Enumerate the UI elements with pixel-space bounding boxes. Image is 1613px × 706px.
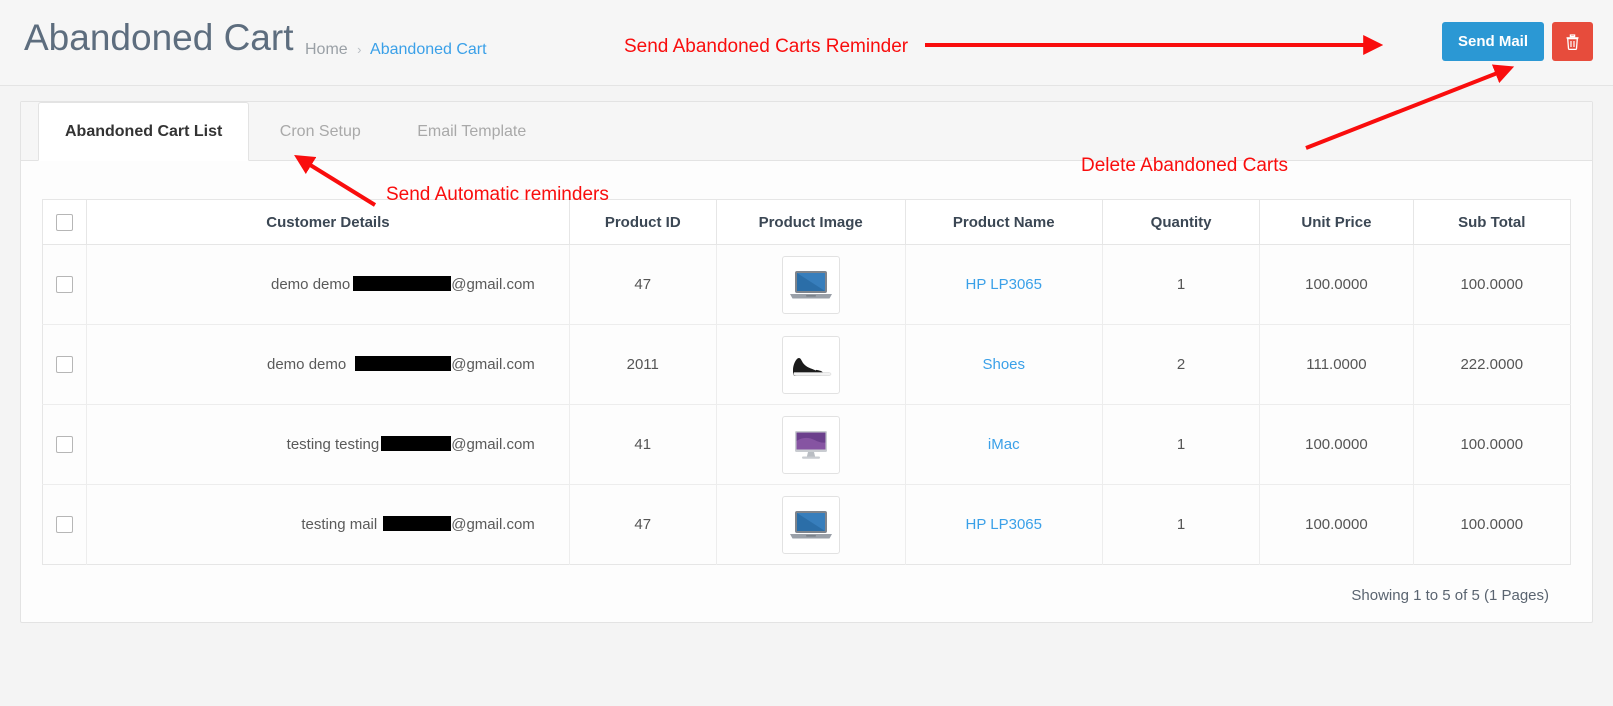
cell-unit-price: 100.0000 xyxy=(1259,484,1414,565)
customer-name: demo demo xyxy=(271,276,351,293)
pagination-status: Showing 1 to 5 of 5 (1 Pages) xyxy=(1351,587,1549,604)
row-checkbox[interactable] xyxy=(56,436,74,454)
column-unit-price: Unit Price xyxy=(1259,199,1414,245)
page-header: Abandoned Cart Home › Abandoned Cart Sen… xyxy=(0,0,1613,86)
abandoned-cart-table: Customer Details Product ID Product Imag… xyxy=(42,199,1571,565)
tab-abandoned-cart-list[interactable]: Abandoned Cart List xyxy=(38,102,250,161)
laptop-thumbnail xyxy=(781,495,840,554)
redacted-email-block xyxy=(353,276,452,291)
cell-unit-price: 100.0000 xyxy=(1259,404,1414,485)
row-select-cell xyxy=(42,404,88,485)
cell-quantity: 1 xyxy=(1102,484,1261,565)
customer-email-domain: @gmail.com xyxy=(451,436,535,453)
delete-carts-button[interactable] xyxy=(1552,22,1593,61)
breadcrumb: Home › Abandoned Cart xyxy=(305,41,487,59)
cell-product-image xyxy=(716,244,906,325)
customer-email-domain: @gmail.com xyxy=(451,356,535,373)
cell-sub-total: 222.0000 xyxy=(1413,324,1571,405)
cell-product-name: Shoes xyxy=(905,324,1103,405)
select-all-checkbox[interactable] xyxy=(56,213,74,231)
header-actions: Send Mail xyxy=(1441,22,1593,61)
breadcrumb-current[interactable]: Abandoned Cart xyxy=(370,41,487,58)
trash-icon xyxy=(1565,33,1580,50)
panel-body: Customer Details Product ID Product Imag… xyxy=(21,161,1592,608)
page-title: Abandoned Cart xyxy=(24,17,294,58)
cell-product-image xyxy=(716,484,906,565)
cell-unit-price: 111.0000 xyxy=(1259,324,1414,405)
select-all-header xyxy=(42,199,88,245)
tab-email-template[interactable]: Email Template xyxy=(391,102,552,161)
customer-name: demo demo xyxy=(267,356,347,373)
row-checkbox[interactable] xyxy=(56,516,74,534)
redacted-email-block xyxy=(383,516,452,531)
cell-quantity: 1 xyxy=(1102,244,1261,325)
product-name-link[interactable]: iMac xyxy=(988,436,1020,453)
redacted-email-block xyxy=(381,436,452,451)
row-select-cell xyxy=(42,484,88,565)
cell-product-image xyxy=(716,324,906,405)
cell-product-id: 47 xyxy=(569,244,717,325)
send-mail-button[interactable]: Send Mail xyxy=(1441,22,1544,61)
cell-customer-details: demo demo @gmail.com xyxy=(86,324,570,405)
column-product-id: Product ID xyxy=(569,199,717,245)
redacted-email-block xyxy=(355,356,452,371)
cell-sub-total: 100.0000 xyxy=(1460,516,1524,533)
cell-product-id: 41 xyxy=(569,404,717,485)
cell-product-name: HP LP3065 xyxy=(905,244,1103,325)
table-row: demo demo @gmail.com 2011 Shoes 2 111.00… xyxy=(42,324,1571,405)
customer-name: testing testing xyxy=(286,436,380,453)
cell-quantity: 1 xyxy=(1102,404,1261,485)
shoe-thumbnail xyxy=(781,335,840,394)
row-select-cell xyxy=(42,324,88,405)
row-checkbox[interactable] xyxy=(56,356,74,374)
breadcrumb-home[interactable]: Home xyxy=(305,41,348,58)
cell-sub-total: 100.0000 xyxy=(1413,404,1571,485)
table-row: demo demo @gmail.com 47 HP LP3065 1 100.… xyxy=(42,244,1571,325)
table-row: testing mail @gmail.com 47 HP LP3065 1 1… xyxy=(42,484,1571,565)
table-row: testing testing @gmail.com 41 iMac 1 100… xyxy=(42,404,1571,485)
cell-product-image xyxy=(716,404,906,485)
cell-customer-details: testing testing @gmail.com xyxy=(86,404,570,485)
cell-quantity: 2 xyxy=(1102,324,1261,405)
customer-email-domain: @gmail.com xyxy=(451,516,535,533)
cell-product-id: 2011 xyxy=(569,324,717,405)
customer-name: testing mail xyxy=(301,516,378,533)
tabstrip: Abandoned Cart List Cron Setup Email Tem… xyxy=(21,102,1592,161)
cell-customer-details: testing mail @gmail.com xyxy=(86,484,570,565)
column-product-image: Product Image xyxy=(716,199,906,245)
product-name-link[interactable]: HP LP3065 xyxy=(966,276,1042,293)
cell-sub-total: 100.0000 xyxy=(1413,244,1571,325)
column-quantity: Quantity xyxy=(1102,199,1261,245)
row-checkbox[interactable] xyxy=(56,276,74,294)
column-sub-total: Sub Total xyxy=(1413,199,1571,245)
column-product-name: Product Name xyxy=(905,199,1103,245)
cell-unit-price: 100.0000 xyxy=(1259,244,1414,325)
cell-product-name: HP LP3065 xyxy=(905,484,1103,565)
product-name-link[interactable]: Shoes xyxy=(982,356,1025,373)
breadcrumb-separator-icon: › xyxy=(357,42,362,57)
column-customer-details: Customer Details xyxy=(86,199,570,245)
imac-thumbnail xyxy=(781,415,840,474)
tab-cron-setup[interactable]: Cron Setup xyxy=(254,102,387,161)
table-header-row: Customer Details Product ID Product Imag… xyxy=(42,199,1571,245)
cell-product-name: iMac xyxy=(905,404,1103,485)
product-name-link[interactable]: HP LP3065 xyxy=(966,516,1042,533)
row-select-cell xyxy=(42,244,88,325)
customer-email-domain: @gmail.com xyxy=(451,276,535,293)
laptop-thumbnail xyxy=(781,255,840,314)
cell-product-id: 47 xyxy=(569,484,717,565)
abandoned-cart-panel: Abandoned Cart List Cron Setup Email Tem… xyxy=(20,101,1593,623)
cell-customer-details: demo demo @gmail.com xyxy=(86,244,570,325)
